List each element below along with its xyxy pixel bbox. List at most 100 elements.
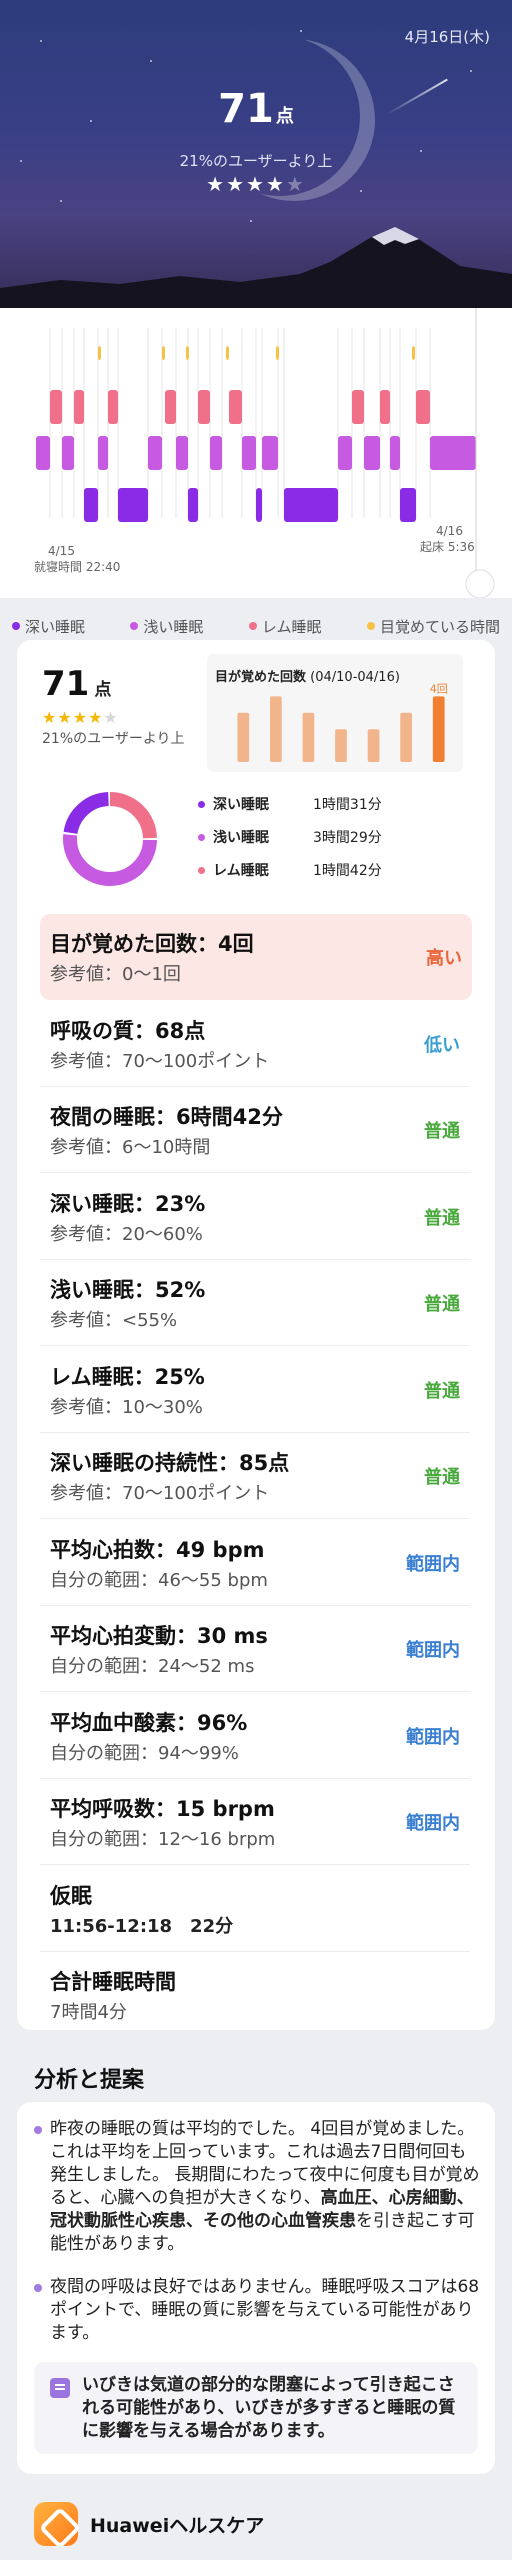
hypnogram-scrub-handle[interactable] [465, 569, 495, 599]
note-icon [50, 2378, 70, 2398]
metric-reference: 自分の範囲：24～52 ms [50, 1656, 255, 1677]
wake-count-bar [432, 696, 445, 762]
metric-row[interactable]: 浅い睡眠：52% 参考値：<55% 普通 [40, 1260, 470, 1346]
star-filled-icon: ★ [57, 708, 73, 727]
hypnogram-segment-awake [276, 346, 279, 360]
star-filled-icon: ★ [88, 708, 104, 727]
legend-item: レム睡眠 [248, 616, 322, 637]
hypnogram-segment-light [338, 436, 352, 470]
brand-footer[interactable]: Huaweiヘルスケア [34, 2502, 264, 2546]
star-filled-icon: ★ [226, 172, 247, 196]
stage-row: 浅い睡眠 3時間29分 [198, 827, 382, 847]
score-unit: 点 [275, 106, 294, 127]
score-value: 71 [218, 86, 274, 132]
metric-status: 範囲内 [406, 1640, 460, 1661]
wake-count-bar [237, 712, 250, 762]
metric-reference: 参考値：10～30% [50, 1396, 203, 1418]
summary-percentile: 21%のユーザーより上 [42, 731, 185, 747]
score-stars: ★★★★★ [0, 172, 512, 196]
legend-label: 浅い睡眠 [143, 617, 204, 636]
wake-chart-title-text: 目が覚めた回数 [215, 670, 307, 685]
metric-row[interactable]: 深い睡眠：23% 参考値：20～60% 普通 [40, 1174, 470, 1260]
stage-dot [198, 800, 205, 808]
metric-row[interactable]: 仮眠 11:56-12:18 22分 [40, 1866, 470, 1952]
hypnogram-segment-deep [188, 488, 198, 522]
metric-row[interactable]: 夜間の睡眠：6時間42分 参考値：6～10時間 普通 [40, 1087, 470, 1173]
metric-reference: 参考値：0～1回 [50, 964, 181, 985]
metric-status: 高い [426, 948, 462, 969]
hypnogram-segment-rem [352, 390, 364, 424]
legend-label: レム睡眠 [261, 617, 322, 636]
hypnogram-graph [36, 308, 495, 599]
metric-row[interactable]: 合計睡眠時間 7時間4分 [40, 1952, 470, 2038]
stage-duration: 3時間29分 [313, 830, 382, 846]
metric-row[interactable]: 平均血中酸素：96% 自分の範囲：94～99% 範囲内 [40, 1693, 470, 1779]
hypnogram-segment-deep [84, 488, 98, 522]
sleep-score: 71 点 [0, 86, 512, 132]
metric-row[interactable]: 平均心拍数：49 bpm 自分の範囲：46～55 bpm 範囲内 [40, 1520, 470, 1606]
tip-text: いびきは気道の部分的な閉塞によって引き起こされる可能性があり、いびきが多すぎると… [82, 2375, 456, 2441]
sleep-hero-banner: 4月16日(木) 71 点 21%のユーザーより上 ★★★★★ [0, 0, 512, 308]
metric-row[interactable]: レム睡眠：25% 参考値：10～30% 普通 [40, 1347, 470, 1433]
metric-row[interactable]: 平均心拍変動：30 ms 自分の範囲：24～52 ms 範囲内 [40, 1606, 470, 1692]
star-empty-icon: ★ [103, 708, 119, 727]
metric-title: 浅い睡眠：52% [50, 1278, 206, 1302]
analysis-paragraph-2: 夜間の呼吸は良好ではありません。睡眠呼吸スコアは68ポイントで、睡眠の質に影響を… [34, 2276, 480, 2345]
metric-status: 範囲内 [406, 1553, 460, 1575]
wake-count-bar [302, 712, 315, 762]
legend-dot [248, 622, 257, 630]
legend-label: 目覚めている時間 [379, 617, 500, 636]
metric-row[interactable]: 目が覚めた回数：4回 参考値：0～1回 高い [40, 914, 472, 1000]
wake-count-bar [400, 712, 413, 762]
percentile-text: 21%のユーザーより上 [179, 152, 333, 170]
stage-dot [198, 866, 205, 874]
stage-dot [198, 833, 205, 841]
hypnogram-segment-rem [50, 390, 62, 424]
metric-status: 普通 [424, 1207, 460, 1229]
wake-time-label: 起床 5:36 [420, 540, 475, 554]
bullet-dot [34, 2284, 42, 2292]
metric-row[interactable]: 呼吸の質：68点 参考値：70～100ポイント 低い [40, 1001, 470, 1087]
hypnogram-segment-light [36, 436, 50, 470]
stage-name: 浅い睡眠 [213, 830, 269, 846]
huawei-health-logo-icon [34, 2502, 78, 2546]
metric-reference: 自分の範囲：46～55 bpm [50, 1569, 268, 1591]
metric-title: 仮眠 [50, 1883, 92, 1908]
metric-title: 平均呼吸数：15 brpm [50, 1797, 275, 1821]
hypnogram-segment-rem [416, 390, 430, 424]
analysis-paragraph-1: 昨夜の睡眠の質は平均的でした。 4回目が覚めました。これは平均を上回っています。… [34, 2118, 480, 2256]
sleep-stage-chart[interactable]: 4/15 就寝時間 22:40 4/16 起床 5:36 [0, 308, 512, 599]
metric-row[interactable]: 深い睡眠の持続性：85点 参考値：70～100ポイント 普通 [40, 1433, 470, 1519]
metric-reference: 参考値：70～100ポイント [50, 1050, 270, 1072]
legend-item: 目覚めている時間 [366, 616, 500, 637]
star-filled-icon: ★ [265, 172, 286, 196]
stage-row: レム睡眠 1時間42分 [198, 860, 382, 880]
hypnogram-segment-awake [226, 346, 229, 360]
hypnogram-segment-rem [198, 390, 210, 424]
hypnogram-segment-rem [74, 390, 84, 424]
stage-name: 深い睡眠 [213, 797, 269, 813]
hypnogram-segment-light [430, 436, 476, 470]
end-date: 4/16 [436, 524, 463, 538]
summary-score-value: 71 [42, 664, 90, 704]
metric-title: 夜間の睡眠：6時間42分 [50, 1105, 283, 1129]
metric-row[interactable]: 平均呼吸数：15 brpm 自分の範囲：12～16 brpm 範囲内 [40, 1779, 470, 1865]
start-date: 4/15 [48, 544, 75, 558]
bullet-dot [34, 2126, 42, 2134]
stage-duration: 1時間31分 [313, 797, 382, 813]
metric-title: 平均心拍数：49 bpm [50, 1537, 265, 1562]
summary-stars: ★★★★★ [42, 708, 119, 727]
wake-count-bar [269, 696, 282, 762]
hypnogram-segment-light [364, 436, 380, 470]
hypnogram-segment-deep [118, 488, 148, 522]
metric-title: 目が覚めた回数：4回 [50, 932, 254, 956]
hypnogram-segment-deep [284, 488, 338, 522]
metric-reference: 参考値：6～10時間 [50, 1137, 211, 1158]
hypnogram-segment-light [210, 436, 222, 470]
hypnogram-segment-rem [380, 390, 390, 424]
hypnogram-segment-deep [256, 488, 262, 522]
hypnogram-segment-light [390, 436, 400, 470]
summary-score-unit: 点 [94, 680, 112, 700]
wake-count-bar [367, 729, 380, 762]
metric-reference: 7時間4分 [50, 2002, 127, 2023]
